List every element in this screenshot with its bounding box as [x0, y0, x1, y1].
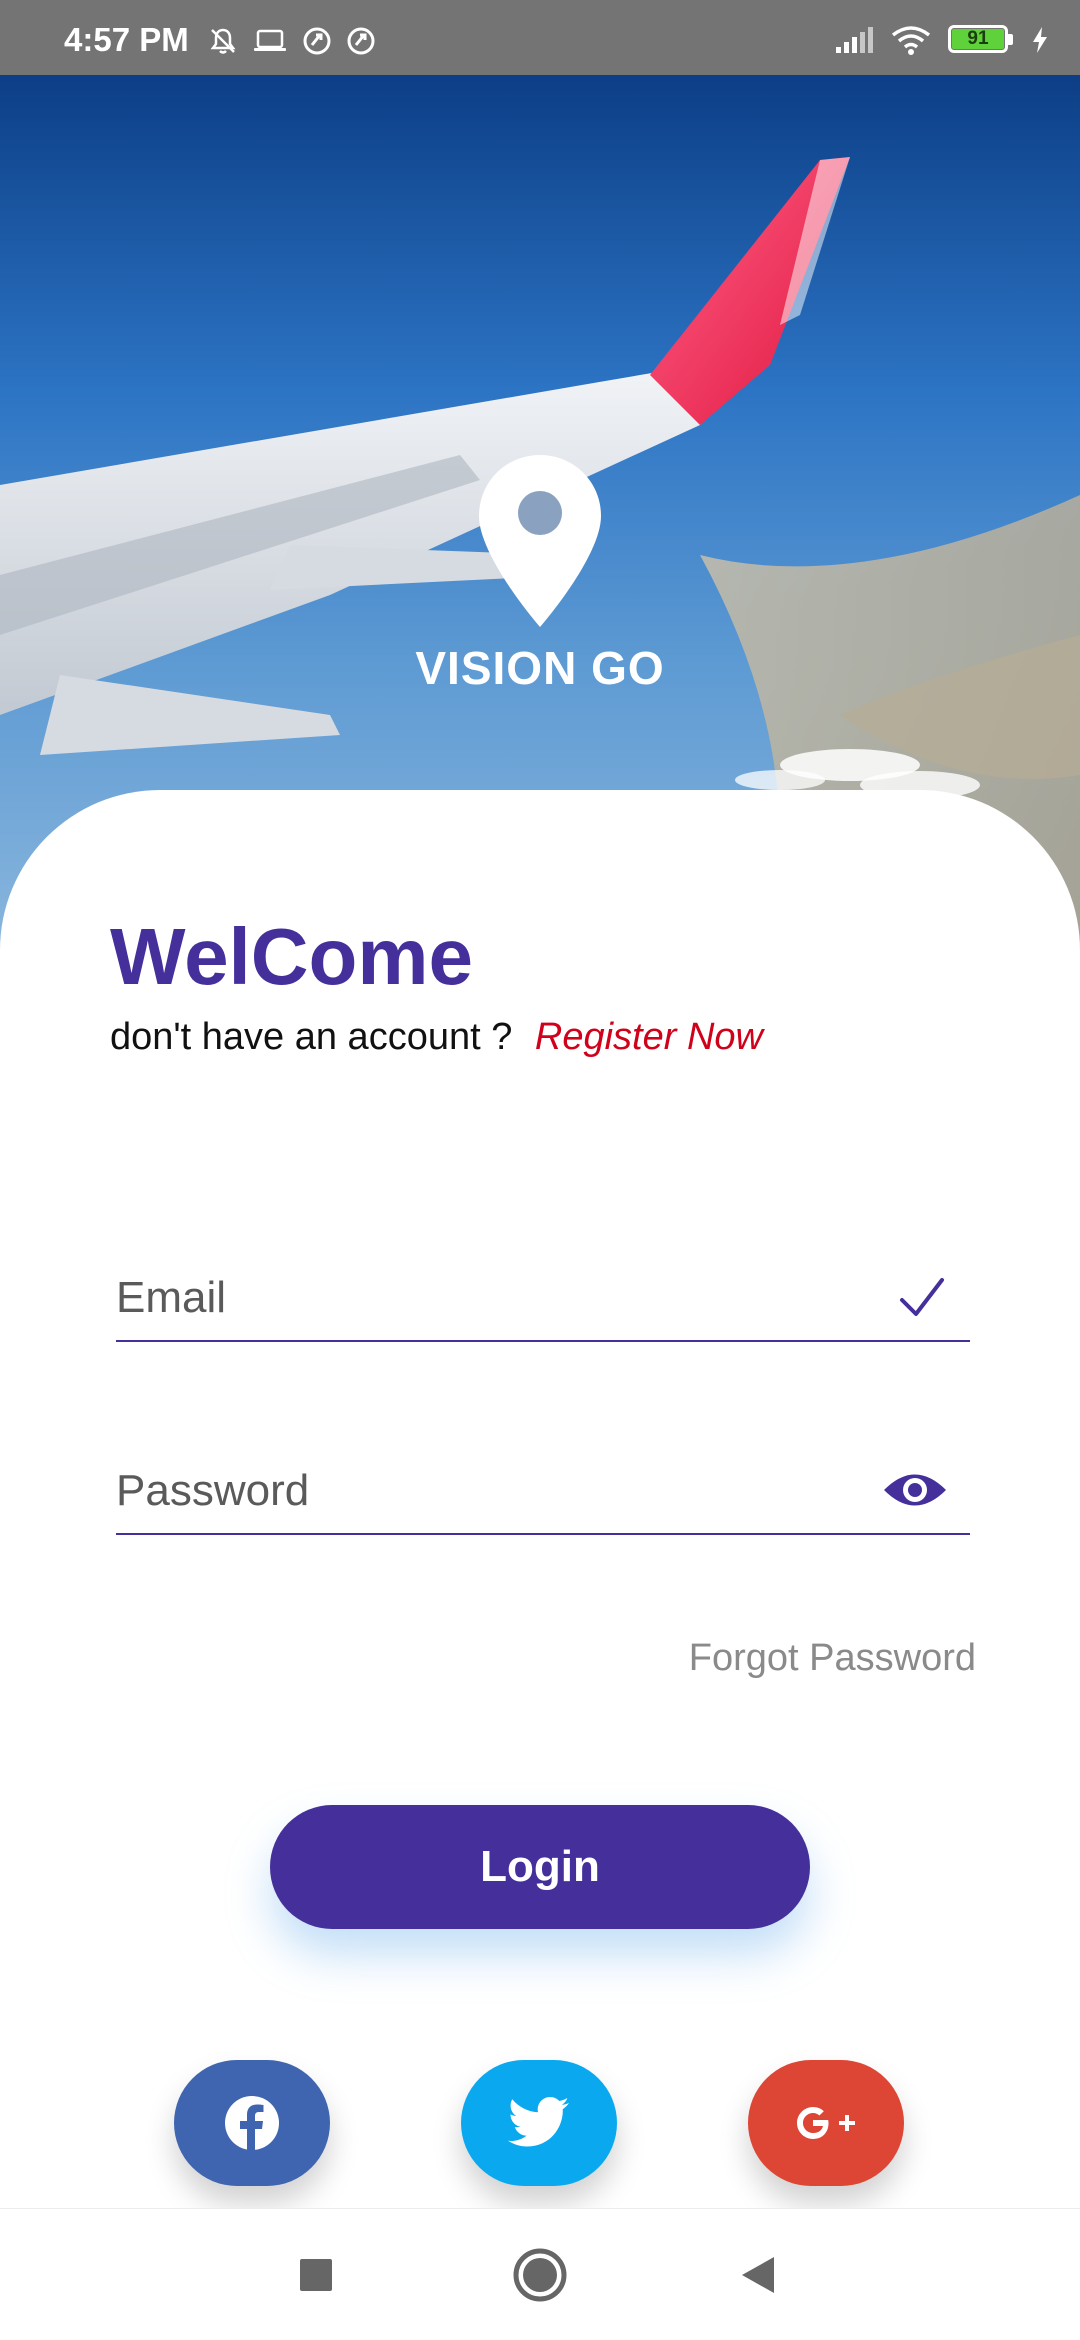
bell-off-icon	[210, 28, 236, 54]
twitter-icon	[508, 2097, 569, 2147]
register-now-link[interactable]: Register Now	[535, 1016, 763, 1058]
email-input[interactable]	[116, 1268, 836, 1328]
login-button[interactable]: Login	[270, 1805, 810, 1929]
logo-block: VISION GO	[0, 455, 1080, 695]
status-icons-left	[208, 26, 376, 56]
check-icon	[900, 1278, 944, 1316]
status-bar: 4:57 PM 91	[0, 0, 1080, 75]
navigation-bar	[0, 2208, 1080, 2340]
map-pin-icon	[479, 455, 601, 627]
recent-apps-icon[interactable]	[298, 2245, 334, 2305]
app-name: VISION GO	[415, 642, 665, 694]
password-input[interactable]	[116, 1461, 836, 1521]
charging-icon	[1033, 27, 1047, 53]
login-card: WelCome don't have an account ? Register…	[0, 790, 1080, 2210]
google-plus-login-button[interactable]	[748, 2060, 904, 2186]
back-icon[interactable]	[738, 2245, 778, 2305]
facebook-icon	[225, 2096, 279, 2150]
email-field	[116, 1262, 970, 1342]
status-time: 4:57 PM	[64, 21, 189, 58]
welcome-title: WelCome	[110, 912, 474, 1001]
account-prompt: don't have an account ?	[110, 1016, 513, 1058]
login-screen: 4:57 PM 91 VISION GO WelCome don't have …	[0, 0, 1080, 2340]
google-plus-icon	[797, 2107, 855, 2139]
home-icon[interactable]	[513, 2245, 567, 2305]
status-icons-right: 91	[834, 24, 1050, 56]
battery-level: 91	[967, 28, 989, 49]
social-login-row	[0, 2060, 1080, 2190]
eye-icon[interactable]	[882, 1465, 948, 1515]
wifi-icon	[891, 26, 931, 55]
battery-icon: 91	[948, 25, 1014, 55]
forgot-password-link[interactable]: Forgot Password	[689, 1636, 976, 1680]
facebook-login-button[interactable]	[174, 2060, 330, 2186]
twitter-login-button[interactable]	[461, 2060, 617, 2186]
password-field	[116, 1455, 970, 1535]
sync-icon	[347, 27, 375, 55]
register-prompt: don't have an account ? Register Now	[110, 1015, 763, 1059]
signal-icon	[836, 27, 873, 53]
sync-icon	[303, 27, 331, 55]
laptop-icon	[254, 29, 286, 51]
